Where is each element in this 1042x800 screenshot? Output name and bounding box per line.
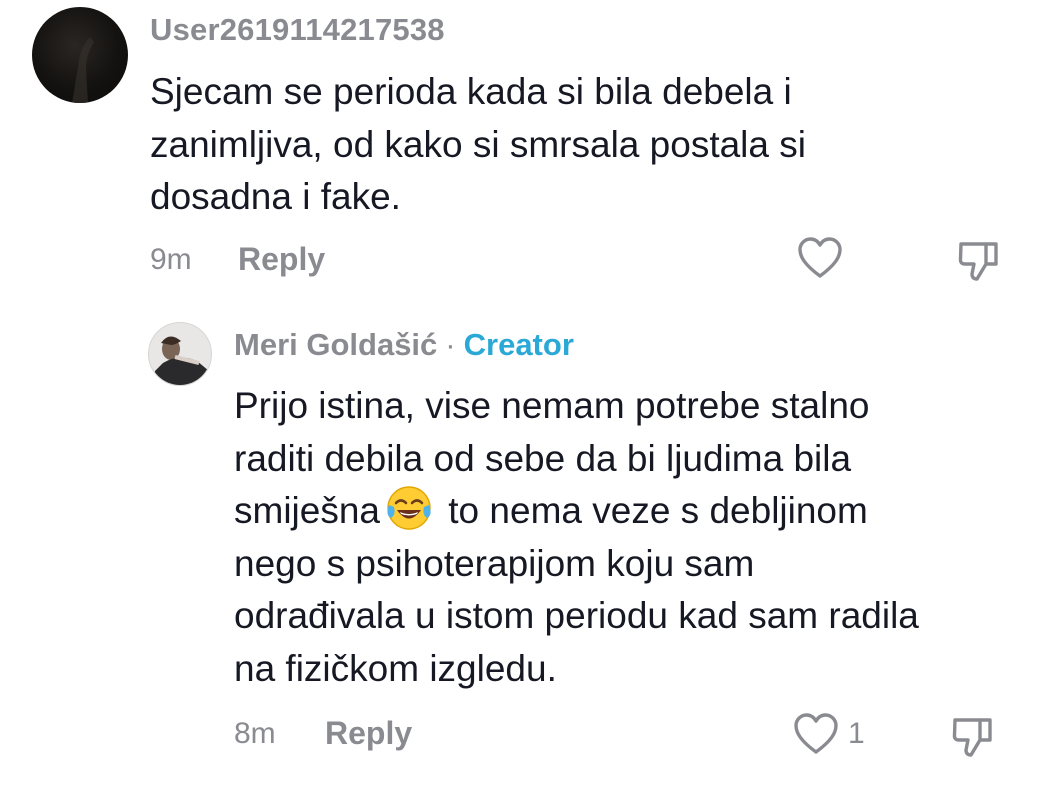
- thumbs-down-icon[interactable]: [956, 238, 1002, 282]
- separator-dot: ·: [445, 327, 456, 362]
- thumbs-down-icon[interactable]: [950, 714, 996, 758]
- heart-outline-icon[interactable]: [797, 236, 843, 280]
- comment-timestamp: 9m: [150, 243, 192, 276]
- commenter-avatar[interactable]: [32, 7, 128, 103]
- reply-text: Prijo istina, vise nemam potrebe stalno …: [234, 380, 1034, 695]
- commenter-username[interactable]: User2619114217538: [150, 12, 445, 48]
- reply-timestamp: 8m: [234, 717, 276, 750]
- like-count: 1: [848, 717, 865, 750]
- heart-outline-icon[interactable]: [793, 712, 839, 756]
- comment-text: Sjecam se perioda kada si bila debela i …: [150, 71, 806, 217]
- creator-avatar[interactable]: [148, 322, 212, 386]
- creator-header: Meri Goldašić · Creator: [234, 327, 574, 363]
- face-with-tears-of-joy-icon: [386, 485, 432, 531]
- reply-reply-button[interactable]: Reply: [325, 715, 412, 752]
- comment-reply-button[interactable]: Reply: [238, 241, 325, 278]
- creator-username[interactable]: Meri Goldašić: [234, 327, 437, 362]
- creator-badge: Creator: [463, 327, 574, 362]
